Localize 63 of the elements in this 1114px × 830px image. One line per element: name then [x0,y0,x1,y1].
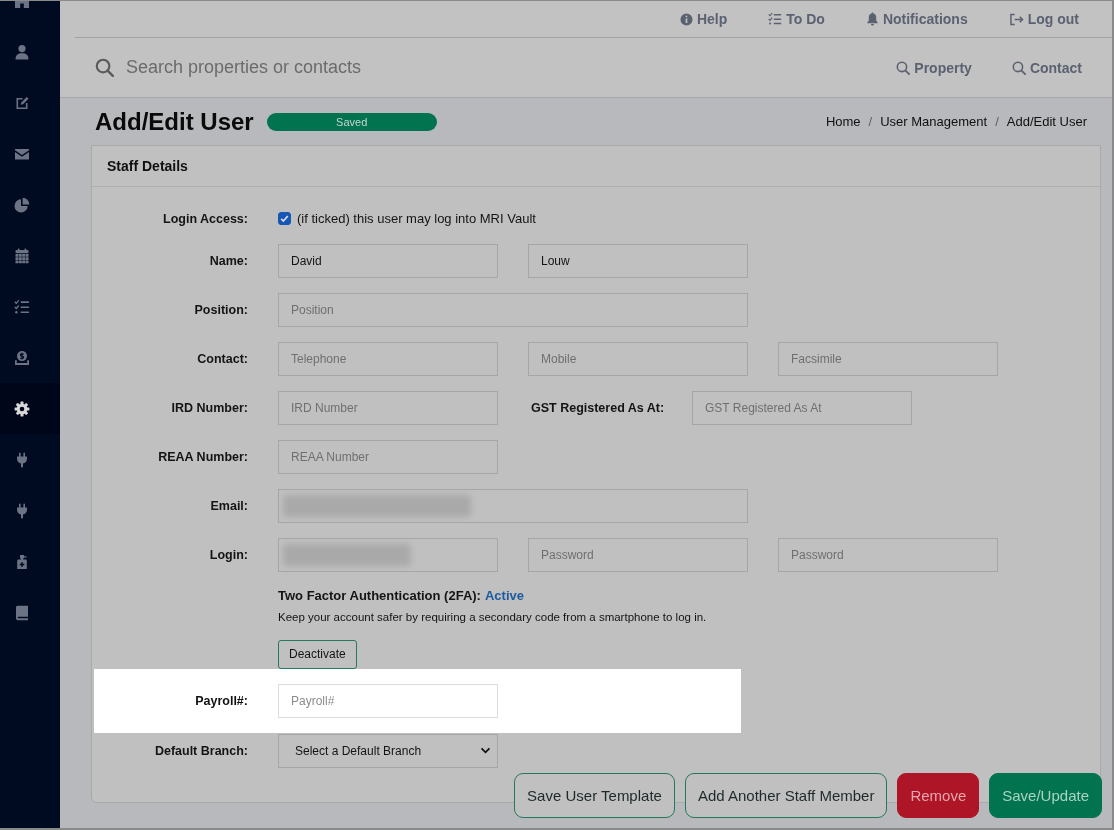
save-update-button[interactable]: Save/Update [989,773,1102,818]
save-template-button[interactable]: Save User Template [514,773,675,818]
remove-button[interactable]: Remove [897,773,980,818]
breadcrumb-separator: / [867,114,874,129]
breadcrumb-separator: / [994,114,1000,129]
field-label: Login Access: [162,211,248,226]
chevron-icon [480,747,491,754]
bottle-icon [14,553,30,570]
field-label: GST Registered As At: [531,400,664,415]
add-staff-button[interactable]: Add Another Staff Member [684,773,888,818]
sidebar-button[interactable] [0,383,60,434]
logout-icon [1008,12,1024,26]
input-field[interactable]: Facsimile [778,341,998,376]
input-field[interactable]: Mobile [528,341,748,376]
bell-icon [865,12,879,26]
branch-select[interactable]: Select a Default Branch [278,733,498,768]
two-factor-heading: Two Factor Authentication (2FA): [278,587,481,603]
input-field[interactable]: IRD Number [278,390,498,425]
input-field[interactable]: GST Registered As At [692,390,912,425]
checklist-icon [14,298,30,315]
breadcrumb-link[interactable]: Home [825,114,861,129]
breadcrumb-current: Add/Edit User [1006,114,1087,129]
field-label: Position: [193,302,248,317]
input-field[interactable]: Louw [528,243,748,278]
pie-chart-icon [14,196,30,213]
search-icon [1011,60,1026,75]
book-icon [14,604,30,621]
status-badge: Saved [266,112,437,131]
search-field[interactable]: Search properties or contacts [126,55,606,80]
calendar-icon [14,247,30,264]
status-text: Active [484,587,524,603]
checkbox[interactable] [278,212,291,225]
search-icon [95,58,114,77]
coin-tray-icon [14,349,30,366]
gear-icon [14,400,30,417]
panel-title: Staff Details [92,146,1100,187]
edit-icon [14,94,30,111]
user-icon [14,43,30,60]
plug-icon [14,451,30,468]
field-label: Email: [209,498,248,513]
field-label: Payroll#: [194,693,248,708]
breadcrumb-link[interactable]: User Management [880,114,988,129]
house-icon [15,1,29,8]
field-label: REAA Number: [157,449,248,464]
field-label: Login: [208,547,248,562]
field-label: Default Branch: [153,743,248,758]
field-label: IRD Number: [170,400,248,415]
input-field[interactable]: Position [278,292,748,327]
field-label: Name: [208,253,248,268]
two-factor-description: Keep your account safer by requiring a secondary code from a smartphone to log in. [278,609,708,625]
plug-icon [14,502,30,519]
checklist-icon [768,12,783,26]
input-field[interactable]: David [278,243,498,278]
page-title: Add/Edit User [95,107,254,136]
deactivate-button[interactable]: Deactivate [278,639,357,669]
checkbox-label: (if ticked) this user may log into MRI Vault [297,211,536,226]
input-field[interactable]: REAA Number [278,439,498,474]
input-field[interactable]: Telephone [278,341,498,376]
info-icon [679,12,693,26]
search-icon [896,60,911,75]
field-label: Contact: [196,351,248,366]
input-field[interactable]: Password [778,537,998,572]
input-field[interactable]: Password [528,537,748,572]
